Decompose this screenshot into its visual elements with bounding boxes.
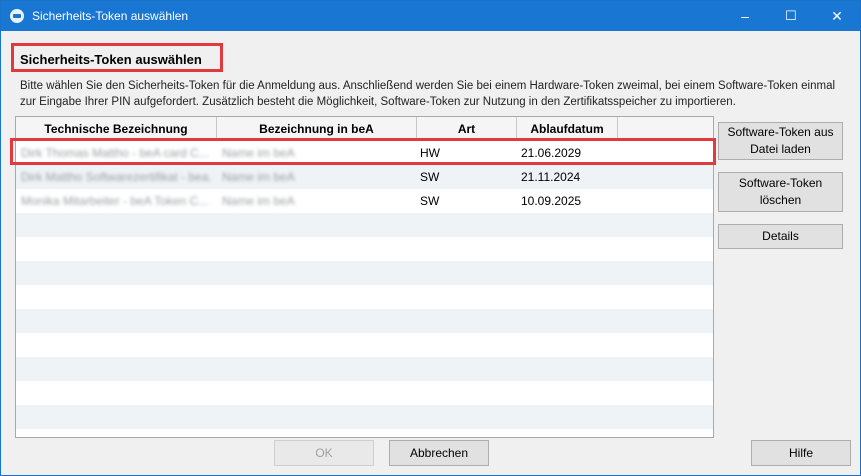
delete-software-token-button[interactable]: Software-Token löschen: [718, 172, 843, 212]
cell-type: SW: [420, 194, 440, 208]
selected-row-highlight: [10, 138, 716, 165]
app-icon: [10, 9, 24, 23]
empty-row: [16, 261, 713, 285]
empty-row: [16, 237, 713, 261]
cancel-button[interactable]: Abbrechen: [389, 440, 489, 466]
maximize-icon[interactable]: ☐: [768, 1, 814, 31]
window-title: Sicherheits-Token auswählen: [32, 9, 189, 23]
empty-row: [16, 285, 713, 309]
empty-row: [16, 381, 713, 405]
empty-row: [16, 429, 713, 437]
ok-button[interactable]: OK: [274, 440, 374, 466]
table-row[interactable]: Dirk Mattho Softwarezertifikat - bea... …: [16, 165, 713, 189]
minimize-icon[interactable]: –: [722, 1, 768, 31]
empty-row: [16, 357, 713, 381]
cell-bea-name: Name im beA: [222, 194, 295, 208]
cell-expiry: 21.11.2024: [521, 170, 581, 184]
cell-expiry: 10.09.2025: [521, 194, 582, 208]
title-bar[interactable]: Sicherheits-Token auswählen – ☐ ✕: [1, 1, 860, 31]
empty-row: [16, 213, 713, 237]
cell-technical: Dirk Mattho Softwarezertifikat - bea...: [21, 170, 211, 184]
help-button[interactable]: Hilfe: [751, 440, 851, 466]
table-row[interactable]: Monika Mitarbeiter - beA Token C... Name…: [16, 189, 713, 213]
dialog-window: Sicherheits-Token auswählen – ☐ ✕ Sicher…: [0, 0, 861, 476]
load-software-token-button[interactable]: Software-Token aus Datei laden: [718, 122, 843, 160]
empty-row: [16, 333, 713, 357]
close-icon[interactable]: ✕: [814, 1, 860, 31]
description-text: Bitte wählen Sie den Sicherheits-Token f…: [20, 80, 836, 108]
empty-row: [16, 405, 713, 429]
cell-technical: Monika Mitarbeiter - beA Token C...: [21, 194, 209, 208]
empty-row: [16, 309, 713, 333]
details-button[interactable]: Details: [718, 224, 843, 249]
page-title: Sicherheits-Token auswählen: [20, 52, 202, 67]
cell-type: SW: [420, 170, 440, 184]
cell-bea-name: Name im beA: [222, 170, 295, 184]
